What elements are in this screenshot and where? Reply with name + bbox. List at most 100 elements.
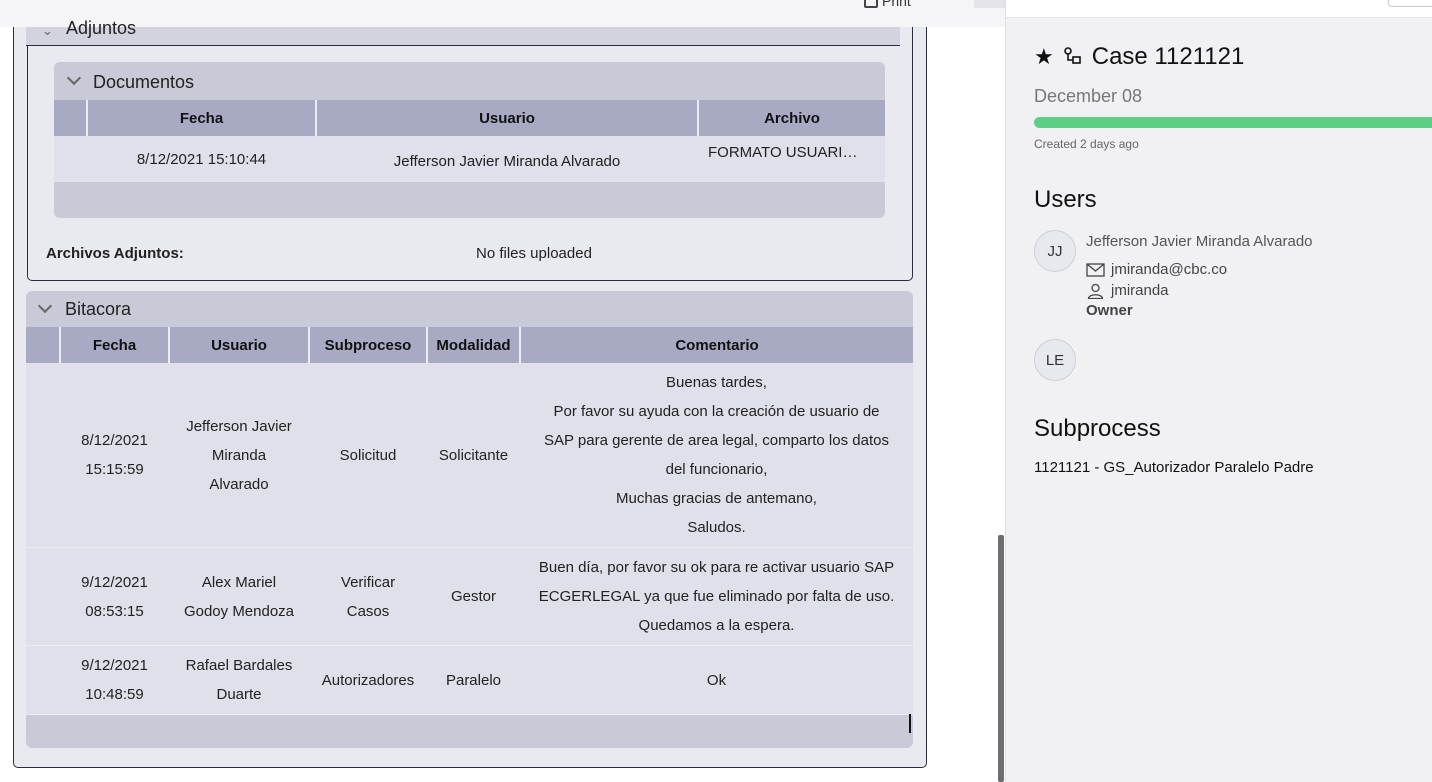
chevron-down-icon[interactable]: ⌄ <box>42 23 53 39</box>
subproceso-cell-line: Autorizadores <box>321 671 415 689</box>
row-blank-cell <box>54 136 87 182</box>
mail-icon <box>1086 262 1105 277</box>
comentario-cell-line: Ok <box>706 671 727 689</box>
usuario-cell-line: Jefferson Javier <box>186 417 292 435</box>
comentario-cell: Ok <box>520 645 913 715</box>
chevron-down-icon[interactable] <box>66 70 82 86</box>
case-progress-bar <box>1034 117 1432 128</box>
subprocess-title: Subprocess <box>1034 415 1161 442</box>
usuario-cell-line: Rafael Bardales <box>185 657 293 674</box>
column-header-subproceso[interactable]: Subproceso <box>309 327 428 363</box>
usuario-cell: Jefferson Javier Miranda Alvarado <box>316 136 698 182</box>
usuario-cell-line: Godoy Mendoza <box>183 602 295 620</box>
comentario-cell-line: Quedamos a la espera. <box>638 617 795 634</box>
comentario-cell-line: SAP para gerente de area legal, comparto… <box>544 432 889 449</box>
comentario-cell-line: Por favor su ayuda con la creación de us… <box>553 403 880 420</box>
modalidad-cell-line: Solicitante <box>438 446 509 464</box>
column-header-blank <box>54 100 88 136</box>
created-label: Created 2 days ago <box>1034 137 1139 151</box>
users-title: Users <box>1034 186 1097 213</box>
sidebar-top-bar <box>1006 0 1432 18</box>
table-row[interactable]: 9/12/2021 08:53:15 Alex Mariel Godoy Mendoz… <box>26 547 913 646</box>
documentos-title: Documentos <box>93 72 195 92</box>
usuario-cell-line: Duarte <box>216 686 262 703</box>
user-username: jmiranda <box>1111 282 1169 299</box>
fecha-cell-line: 9/12/2021 <box>81 573 148 591</box>
bitacora-table: Fecha Usuario Subproceso Modalidad Comen… <box>26 327 913 715</box>
documentos-header[interactable]: Documentos <box>54 62 885 100</box>
adjuntos-header[interactable]: ⌄ Adjuntos <box>26 18 900 46</box>
usuario-cell-line: Miranda <box>211 446 267 464</box>
print-button[interactable]: Print <box>864 0 911 9</box>
subproceso-cell: Verificar Casos <box>309 547 427 646</box>
user-username-row: jmiranda <box>1086 282 1169 299</box>
row-blank-cell <box>26 363 60 548</box>
tab-fragment[interactable] <box>974 0 1006 8</box>
column-header-modalidad[interactable]: Modalidad <box>427 327 521 363</box>
avatar[interactable]: JJ <box>1034 230 1076 272</box>
star-icon[interactable]: ★ <box>1034 44 1054 70</box>
modalidad-cell-line: Gestor <box>450 588 496 605</box>
avatar[interactable]: LE <box>1034 339 1076 381</box>
subproceso-cell-line: Casos <box>346 602 390 620</box>
column-header-blank <box>26 327 61 363</box>
fecha-cell: 8/12/2021 15:15:59 <box>60 363 169 548</box>
row-blank-cell <box>26 645 60 715</box>
user-icon <box>1087 283 1104 299</box>
table-row[interactable]: 8/12/2021 15:15:59 Jefferson Javier Miranda… <box>26 363 913 548</box>
fecha-cell-line: 9/12/2021 <box>81 657 148 674</box>
case-title: Case 1121121 <box>1091 43 1245 70</box>
column-header-fecha[interactable]: Fecha <box>60 327 170 363</box>
comentario-cell-line: Buen día, por favor su ok para re activa… <box>538 559 895 576</box>
bitacora-footer <box>26 715 913 748</box>
comentario-cell-line: del funcionario, <box>665 461 768 478</box>
comentario-cell: Buen día, por favor su ok para re activa… <box>520 547 913 646</box>
modalidad-cell: Gestor <box>427 547 520 646</box>
modalidad-cell-line: Paralelo <box>445 671 502 689</box>
table-row[interactable]: 8/12/2021 15:10:44 Jefferson Javier Mira… <box>54 136 885 182</box>
column-header-comentario[interactable]: Comentario <box>520 327 913 363</box>
user-role: Owner <box>1086 302 1133 319</box>
case-detail-panel: ⌄ Adjuntos Documentos Fecha Usuario Arch… <box>0 18 942 782</box>
case-header: ★ Case 1121121 <box>1034 42 1244 72</box>
scrollbar-thumb[interactable] <box>998 535 1004 782</box>
modalidad-cell: Solicitante <box>427 363 520 548</box>
row-blank-cell <box>26 547 60 646</box>
archivo-link[interactable]: FORMATO USUARI… <box>698 136 885 182</box>
usuario-cell: Rafael Bardales Duarte <box>169 645 309 715</box>
column-header-fecha[interactable]: Fecha <box>87 100 317 136</box>
bitacora-header[interactable]: Bitacora <box>26 291 913 327</box>
print-icon <box>864 0 878 9</box>
documentos-panel: Documentos Fecha Usuario Archivo 8/12/20… <box>54 62 885 218</box>
comentario-cell-line: Buenas tardes, <box>666 374 767 391</box>
table-row[interactable]: 9/12/2021 10:48:59 Rafael Bardales Duarte Au… <box>26 645 913 715</box>
usuario-cell: Jefferson Javier Miranda Alvarado <box>169 363 309 548</box>
print-label: Print <box>882 0 911 9</box>
bitacora-title: Bitacora <box>65 299 132 319</box>
column-header-usuario[interactable]: Usuario <box>316 100 699 136</box>
documentos-table: Fecha Usuario Archivo 8/12/2021 15:10:44… <box>54 100 885 182</box>
comentario-cell: Buenas tardes, Por favor su ayuda con la … <box>520 363 913 548</box>
bitacora-panel: Bitacora Fecha Usuario Subproceso Modali… <box>26 291 913 748</box>
user-email[interactable]: jmiranda@cbc.co <box>1111 261 1227 278</box>
fecha-cell: 8/12/2021 15:10:44 <box>87 136 316 182</box>
subprocess-value: 1121121 - GS_Autorizador Paralelo Padre <box>1034 459 1314 476</box>
progress-fill <box>1034 117 1432 128</box>
user-name: Jefferson Javier Miranda Alvarado <box>1086 233 1313 250</box>
top-toolbar: Print <box>0 0 1006 27</box>
subproceso-cell: Autorizadores <box>309 645 427 715</box>
sidebar-top-button[interactable] <box>1388 0 1432 7</box>
chevron-down-icon[interactable] <box>37 298 53 314</box>
comentario-cell-line: ECGERLEGAL ya que fue eliminado por falt… <box>538 588 895 605</box>
column-header-usuario[interactable]: Usuario <box>169 327 310 363</box>
column-header-archivo[interactable]: Archivo <box>698 100 885 136</box>
fecha-cell-line: 10:48:59 <box>85 686 144 703</box>
usuario-cell: Alex Mariel Godoy Mendoza <box>169 547 309 646</box>
case-sidebar: ★ Case 1121121 December 08 Created 2 day… <box>1005 0 1432 782</box>
usuario-cell-line: Alex Mariel <box>201 573 277 591</box>
documentos-footer <box>54 182 885 216</box>
modalidad-cell: Paralelo <box>427 645 520 715</box>
text-cursor <box>909 714 911 733</box>
archivos-adjuntos-value: No files uploaded <box>476 245 592 262</box>
subproceso-cell-line: Verificar <box>340 573 396 591</box>
